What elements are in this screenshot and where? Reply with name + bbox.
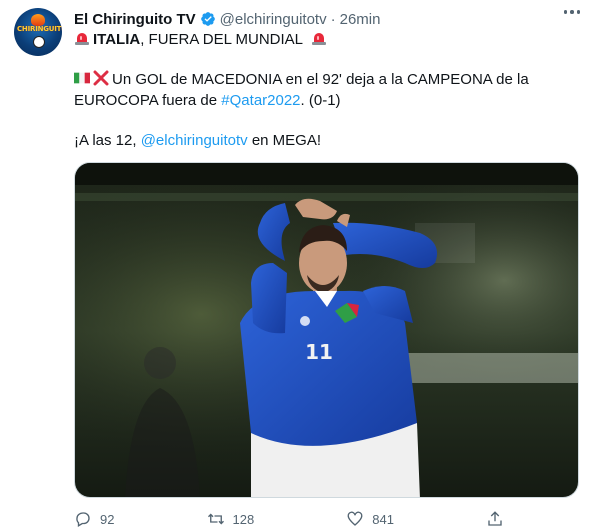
headline-rest: , FUERA DEL MUNDIAL [140,31,303,48]
tweet-header: El Chiringuito TV @elchiringuitotv · 26m… [74,9,556,29]
like-count: 841 [372,511,394,527]
retweet-icon [207,513,224,525]
tweet-text-line-2: Un GOL de MACEDONIA en el 92' deja a la … [74,70,529,90]
rotating-light-icon [75,33,89,45]
cross-mark-icon [93,70,109,86]
avatar-logo-text: CHIRINGUITO [17,25,62,33]
author-handle[interactable]: @elchiringuitotv [220,11,327,28]
mention-link[interactable]: @elchiringuitotv [141,132,248,149]
tweet-media-photo[interactable]: 11 [74,162,579,498]
reply-count: 92 [100,511,115,527]
retweet-count: 128 [232,511,255,527]
tweet-timestamp[interactable]: 26min [340,11,381,28]
heart-icon [347,511,363,526]
retweet-button[interactable]: 128 [207,510,255,528]
reply-button[interactable]: 92 [74,510,114,528]
italy-flag-icon [74,72,90,84]
tweet-body-text: Un GOL de MACEDONIA en el 92' deja a la … [112,71,529,88]
hashtag-link[interactable]: #Qatar2022 [221,92,300,109]
header-separator: · [330,10,336,28]
tweet-body-text: en MEGA! [247,132,322,149]
tweet-actions-bar: 92 128 841 [74,510,504,528]
player-photo: 11 [75,163,578,497]
headline-bold: ITALIA [93,31,141,48]
tweet-text-line-4: ¡A las 12, @elchiringuitotv en MEGA! [74,131,321,151]
rotating-light-icon [311,33,326,45]
tweet-body-text: . (0-1) [300,92,341,109]
more-options-icon[interactable] [563,10,580,14]
share-icon [488,511,502,526]
verified-badge-icon [200,12,215,26]
author-avatar[interactable]: CHIRINGUITO [14,8,62,56]
reply-icon [76,512,90,527]
tweet-text-line-3: EUROCOPA fuera de #Qatar2022. (0-1) [74,91,341,111]
logo-ball-icon [33,36,45,48]
tweet-text-line-1: ITALIA, FUERA DEL MUNDIAL [74,30,330,50]
jersey-number: 11 [305,340,333,364]
like-button[interactable]: 841 [346,510,394,528]
tweet-body-text: EUROCOPA fuera de [74,92,222,109]
share-button[interactable] [486,510,504,528]
author-name[interactable]: El Chiringuito TV [74,11,196,28]
tweet-body-text: ¡A las 12, [74,132,141,149]
